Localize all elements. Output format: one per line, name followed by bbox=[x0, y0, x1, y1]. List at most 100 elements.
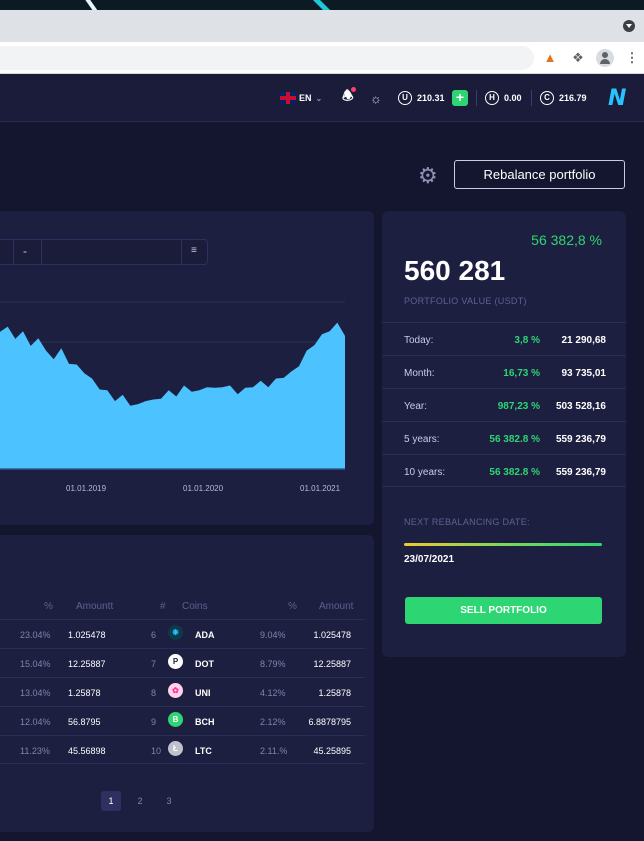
uk-flag-icon bbox=[280, 92, 296, 104]
amount-cell: 45.56898 bbox=[68, 746, 106, 756]
u-coin-icon: U bbox=[398, 91, 412, 105]
ada-coin-icon: ❋ bbox=[168, 625, 183, 640]
stat-percent: 16,73 % bbox=[503, 368, 540, 379]
stat-percent: 3,8 % bbox=[514, 335, 540, 346]
stat-row-10-years: 10 years: 56 382.8 % 559 236,79 bbox=[382, 454, 626, 487]
column-header-percent: % bbox=[44, 601, 53, 612]
profile-icon[interactable] bbox=[596, 49, 614, 67]
h-coin-icon: H bbox=[485, 91, 499, 105]
amount-cell: 12.25887 bbox=[313, 659, 351, 669]
stat-period: 5 years: bbox=[404, 434, 440, 445]
coin-symbol: BCH bbox=[195, 717, 215, 727]
divider bbox=[41, 240, 42, 264]
amount-cell: 1.25878 bbox=[68, 688, 101, 698]
balance-h: H 0.00 bbox=[485, 89, 522, 107]
puzzle-icon[interactable]: ❖ bbox=[570, 50, 586, 66]
zoom-out-button[interactable]: - bbox=[23, 244, 27, 258]
wallpaper-streak bbox=[83, 0, 101, 10]
portfolio-area-chart bbox=[0, 301, 345, 470]
notification-dot bbox=[350, 87, 356, 92]
table-row[interactable]: 13.04% 1.25878 8 ✿ UNI 4.12% 1.25878 bbox=[0, 677, 365, 706]
x-axis-tick: 01.01.2021 bbox=[300, 484, 341, 493]
stat-row-today: Today: 3,8 % 21 290,68 bbox=[382, 322, 626, 355]
row-number: 6 bbox=[151, 630, 157, 640]
next-rebalancing-date: 23/07/2021 bbox=[404, 554, 455, 565]
row-number: 8 bbox=[151, 688, 157, 698]
column-header-number: # bbox=[160, 601, 166, 612]
row-number: 7 bbox=[151, 659, 157, 669]
sell-portfolio-button[interactable]: SELL PORTFOLIO bbox=[405, 597, 602, 624]
logo-mark: N bbox=[608, 85, 627, 111]
stat-amount: 93 735,01 bbox=[561, 368, 607, 379]
notifications-button[interactable]: 🕭 bbox=[342, 87, 356, 107]
stat-amount: 503 528,16 bbox=[555, 401, 606, 412]
row-number: 10 bbox=[151, 746, 162, 756]
amount-cell: 6.8878795 bbox=[308, 717, 351, 727]
pagination-page-3[interactable]: 3 bbox=[159, 791, 179, 811]
percent-cell: 4.12% bbox=[260, 688, 286, 698]
bch-coin-icon: B bbox=[168, 712, 183, 727]
table-row[interactable]: 23.04% 1.025478 6 ❋ ADA 9.04% 1.025478 bbox=[0, 619, 365, 648]
amount-cell: 1.025478 bbox=[68, 630, 106, 640]
divider bbox=[531, 90, 532, 106]
menu-icon[interactable]: ⋮ bbox=[624, 50, 640, 66]
stat-period: Year: bbox=[404, 401, 427, 412]
browser-toolbar: ▲ ❖ ⋮ bbox=[0, 42, 644, 74]
percent-cell: 9.04% bbox=[260, 630, 286, 640]
chevron-down-icon: ⌄ bbox=[315, 93, 323, 103]
pagination-page-1[interactable]: 1 bbox=[101, 791, 121, 811]
percent-cell: 15.04% bbox=[20, 659, 51, 669]
percent-cell: 2.11.% bbox=[260, 746, 288, 756]
portfolio-value: 560 281 bbox=[404, 255, 506, 286]
language-selector[interactable]: EN ⌄ bbox=[280, 89, 322, 107]
portfolio-value-label: PORTFOLIO VALUE (USDT) bbox=[404, 296, 527, 306]
x-axis-tick: 01.01.2020 bbox=[183, 484, 224, 493]
c-coin-icon: C bbox=[540, 91, 554, 105]
table-row[interactable]: 12.04% 56.8795 9 B BCH 2.12% 6.8878795 bbox=[0, 706, 365, 735]
balance-c: C 216.79 bbox=[540, 89, 587, 107]
stat-amount: 21 290,68 bbox=[561, 335, 607, 346]
stat-percent: 987,23 % bbox=[497, 401, 540, 412]
coin-symbol: ADA bbox=[195, 630, 215, 640]
fox-icon[interactable]: ▲ bbox=[542, 50, 558, 66]
percent-cell: 13.04% bbox=[20, 688, 51, 698]
next-rebalancing-label: NEXT REBALANCING DATE: bbox=[404, 517, 530, 527]
pagination-page-2[interactable]: 2 bbox=[130, 791, 150, 811]
rebalance-portfolio-button[interactable]: Rebalance portfolio bbox=[454, 160, 625, 189]
chart-area-series bbox=[0, 322, 345, 469]
percent-cell: 8.79% bbox=[260, 659, 286, 669]
theme-toggle[interactable]: ☼ bbox=[370, 89, 382, 107]
app-logo[interactable]: N bbox=[608, 85, 626, 111]
rebalancing-progress-bar bbox=[404, 543, 602, 546]
stat-amount: 559 236,79 bbox=[555, 434, 606, 445]
amount-cell: 12.25887 bbox=[68, 659, 106, 669]
chart-menu-icon[interactable]: ≡ bbox=[191, 245, 197, 256]
coin-symbol: DOT bbox=[195, 659, 214, 669]
tab-search-icon[interactable] bbox=[623, 20, 635, 32]
add-funds-button[interactable]: + bbox=[452, 89, 468, 107]
balance-u-value: 210.31 bbox=[417, 93, 445, 103]
stat-row-5-years: 5 years: 56 382.8 % 559 236,79 bbox=[382, 421, 626, 454]
desktop-wallpaper bbox=[0, 0, 644, 10]
gear-icon[interactable]: ⚙ bbox=[418, 163, 438, 189]
amount-cell: 56.8795 bbox=[68, 717, 101, 727]
stat-row-year: Year: 987,23 % 503 528,16 bbox=[382, 388, 626, 421]
stat-period: Today: bbox=[404, 335, 434, 346]
table-row[interactable]: 15.04% 12.25887 7 P DOT 8.79% 12.25887 bbox=[0, 648, 365, 677]
table-row[interactable]: 11.23% 45.56898 10 Ł LTC 2.11.% 45.25895 bbox=[0, 735, 365, 764]
portfolio-value-panel: 56 382,8 % 560 281 PORTFOLIO VALUE (USDT… bbox=[382, 211, 626, 657]
balance-h-value: 0.00 bbox=[504, 93, 522, 103]
plus-icon: + bbox=[452, 90, 468, 106]
stat-period: Month: bbox=[404, 368, 435, 379]
divider bbox=[13, 240, 14, 264]
sun-icon: ☼ bbox=[370, 90, 382, 106]
address-bar[interactable] bbox=[0, 46, 534, 70]
amount-cell: 45.25895 bbox=[313, 746, 351, 756]
ltc-coin-icon: Ł bbox=[168, 741, 183, 756]
uni-coin-icon: ✿ bbox=[168, 683, 183, 698]
x-axis-tick: 01.01.2019 bbox=[66, 484, 107, 493]
divider bbox=[476, 90, 477, 106]
coin-symbol: UNI bbox=[195, 688, 211, 698]
portfolio-chart-panel: - ≡ 01.01.2019 01.01.2020 01.01.2021 bbox=[0, 211, 374, 525]
dot-coin-icon: P bbox=[168, 654, 183, 669]
